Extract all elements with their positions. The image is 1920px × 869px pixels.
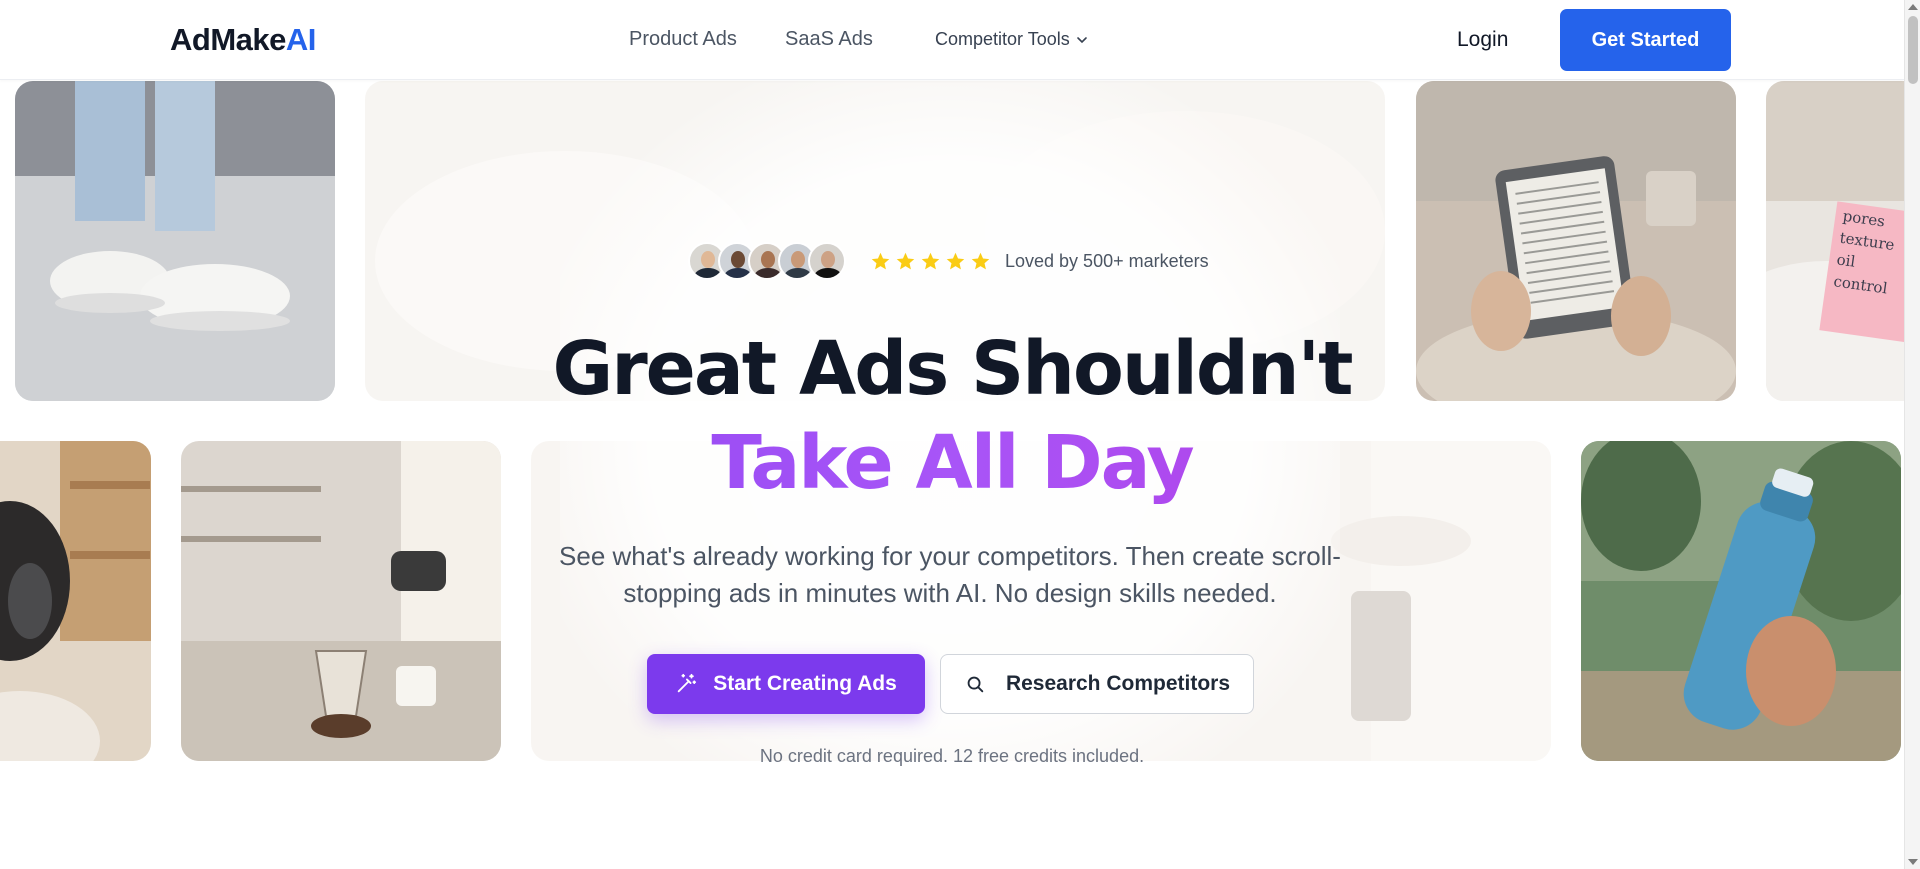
scroll-down-arrow-icon[interactable] [1908,859,1918,865]
nav-competitor-tools-label: Competitor Tools [935,29,1070,49]
social-proof: Loved by 500+ marketers [688,240,1209,282]
nav-product-ads[interactable]: Product Ads [629,28,737,51]
hero-section: Loved by 500+ marketers Great Ads Should… [0,0,1904,869]
research-competitors-button[interactable]: Research Competitors [940,654,1254,714]
logo-main-text: AdMake [170,22,286,57]
research-competitors-label: Research Competitors [1005,672,1231,695]
headline-line-2: Take All Day [0,420,1904,506]
site-header: AdMakeAI Product Ads SaaS Ads Competitor… [0,0,1904,80]
chevron-down-icon [1076,36,1087,43]
scroll-up-arrow-icon[interactable] [1908,4,1918,10]
nav-competitor-tools-dropdown[interactable]: Competitor Tools [935,29,1088,50]
headline-line-1: Great Ads Shouldn't [552,326,1353,412]
magic-wand-icon [677,673,697,693]
star-icon [970,251,991,272]
avatar [808,242,846,280]
page-scrollbar[interactable] [1904,0,1920,869]
star-icon [870,251,891,272]
login-link[interactable]: Login [1457,28,1508,52]
search-icon [967,676,984,693]
start-creating-ads-label: Start Creating Ads [713,672,897,695]
star-icon [945,251,966,272]
nav-saas-ads[interactable]: SaaS Ads [785,28,873,51]
start-creating-ads-button[interactable]: Start Creating Ads [647,654,925,714]
get-started-button[interactable]: Get Started [1560,9,1731,71]
scroll-thumb[interactable] [1908,16,1918,84]
star-icon [895,251,916,272]
loved-by-text: Loved by 500+ marketers [1005,250,1209,271]
avatar-stack [688,242,846,280]
star-icon [920,251,941,272]
fineprint-text: No credit card required. 12 free credits… [759,746,1145,766]
logo-accent-text: AI [285,22,317,57]
logo[interactable]: AdMakeAI [170,22,316,58]
hero-subtext: See what's already working for your comp… [559,541,1341,608]
rating-stars [870,251,991,272]
